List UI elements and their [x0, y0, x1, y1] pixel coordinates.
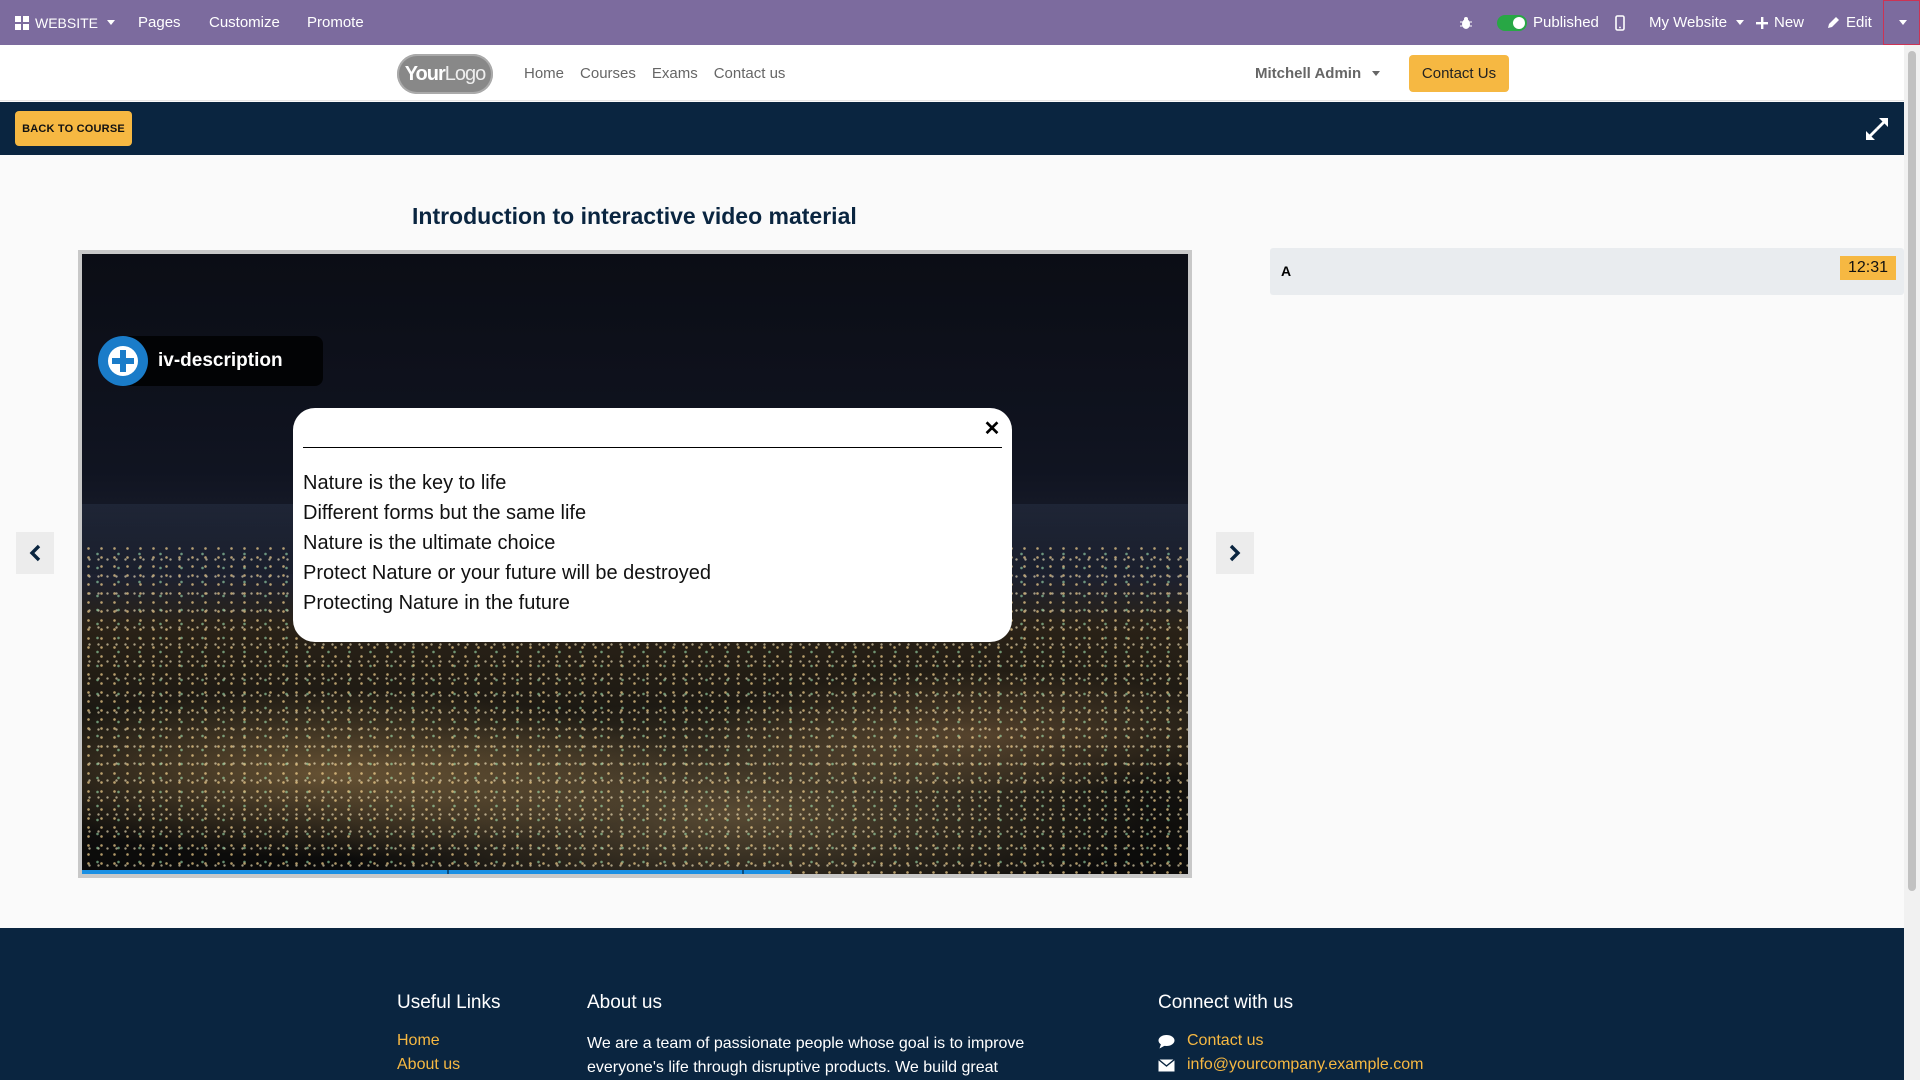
plus-icon	[1756, 16, 1768, 29]
website-switcher[interactable]: My Website	[1649, 0, 1745, 45]
published-label: Published	[1533, 14, 1599, 31]
customize-menu[interactable]: Customize	[209, 0, 280, 45]
progress-marker[interactable]	[742, 870, 744, 874]
progress-fill	[82, 870, 790, 874]
nav-courses[interactable]: Courses	[580, 65, 636, 82]
list-item: Nature is the key to life	[303, 472, 507, 494]
close-icon[interactable]: ✕	[982, 418, 1002, 440]
interaction-time-badge[interactable]: 12:31	[1840, 256, 1896, 280]
list-item: Protecting Nature in the future	[303, 592, 570, 614]
nav-exams[interactable]: Exams	[652, 65, 698, 82]
customize-menu-label: Customize	[209, 14, 280, 31]
nav-home[interactable]: Home	[524, 65, 564, 82]
footer-email-row[interactable]: info@yourcompany.example.com	[1158, 1056, 1424, 1074]
chat-icon	[1158, 1034, 1175, 1048]
footer-contact-row[interactable]: Contact us	[1158, 1032, 1263, 1050]
fullscreen-icon[interactable]	[1863, 115, 1891, 143]
description-popup: ✕ Nature is the key to life Different fo…	[293, 408, 1012, 642]
bug-icon	[1460, 16, 1472, 29]
footer-contact-link[interactable]: Contact us	[1187, 1032, 1263, 1050]
footer-about-text: We are a team of passionate people whose…	[587, 1035, 1025, 1076]
interaction-label: A	[1281, 263, 1292, 279]
edit-button-label: Edit	[1846, 14, 1872, 31]
previous-slide-button[interactable]	[16, 532, 54, 574]
site-header: Your Logo Home Courses Exams Contact us M…	[0, 45, 1904, 101]
progress-marker[interactable]	[447, 870, 449, 874]
footer-connect-title: Connect with us	[1158, 992, 1294, 1013]
contact-us-button[interactable]: Contact Us	[1409, 55, 1509, 92]
page-scrollbar[interactable]	[1904, 45, 1920, 1080]
website-switcher-label: My Website	[1649, 14, 1728, 31]
edit-button[interactable]: Edit	[1827, 0, 1872, 45]
user-menu[interactable]: Mitchell Admin	[1255, 45, 1381, 101]
footer-useful-links-title: Useful Links	[397, 992, 501, 1013]
video-player: iv-description ✕ Nature is the key to li…	[78, 250, 1192, 878]
website-menu-label: WEBSITE	[35, 14, 99, 31]
list-item: Different forms but the same life	[303, 502, 587, 524]
nav-contact-us[interactable]: Contact us	[714, 65, 786, 82]
chevron-down-icon	[1899, 20, 1907, 25]
logo-text-light: Logo	[444, 62, 486, 85]
envelope-icon	[1158, 1058, 1175, 1071]
admin-bar: WEBSITE Pages Customize Promote Publishe…	[0, 0, 1920, 45]
slide-title: Introduction to interactive video materi…	[412, 203, 857, 229]
admin-dropdown-button[interactable]	[1883, 0, 1920, 45]
pages-menu[interactable]: Pages	[138, 0, 181, 45]
site-logo[interactable]: Your Logo	[397, 54, 493, 94]
pages-menu-label: Pages	[138, 14, 181, 31]
toggle-switch[interactable]	[1497, 14, 1527, 31]
interactive-label-text: iv-description	[158, 350, 283, 371]
footer-link-about-us[interactable]: About us	[397, 1056, 460, 1074]
website-menu[interactable]: WEBSITE	[15, 0, 116, 45]
list-item: Protect Nature or your future will be de…	[303, 562, 711, 584]
footer-link-home[interactable]: Home	[397, 1032, 440, 1050]
promote-menu-label: Promote	[307, 14, 364, 31]
scrollbar-thumb[interactable]	[1908, 51, 1916, 891]
interaction-row[interactable]: A 12:31	[1270, 248, 1904, 295]
next-slide-button[interactable]	[1216, 532, 1254, 574]
video-frame[interactable]: iv-description ✕ Nature is the key to li…	[82, 254, 1188, 874]
popup-list: Nature is the key to life Different form…	[303, 468, 711, 618]
footer-email-link[interactable]: info@yourcompany.example.com	[1187, 1056, 1424, 1074]
interactive-label[interactable]: iv-description	[98, 336, 323, 386]
chevron-down-icon	[107, 20, 116, 25]
pencil-icon	[1828, 17, 1839, 28]
chevron-down-icon	[1736, 20, 1745, 25]
mobile-icon	[1615, 14, 1625, 31]
back-to-course-button[interactable]: BACK TO COURSE	[15, 111, 132, 146]
footer-about-title: About us	[587, 992, 662, 1013]
plus-circle-icon	[98, 336, 148, 386]
course-bar: BACK TO COURSE	[0, 102, 1904, 155]
chevron-right-icon	[1229, 544, 1241, 562]
logo-text-bold: Your	[404, 62, 446, 85]
new-button[interactable]: New	[1756, 0, 1804, 45]
promote-menu[interactable]: Promote	[307, 0, 364, 45]
popup-divider	[303, 447, 1002, 448]
chevron-left-icon	[29, 544, 41, 562]
debug-button[interactable]	[1459, 0, 1473, 45]
list-item: Nature is the ultimate choice	[303, 532, 556, 554]
user-name: Mitchell Admin	[1255, 64, 1362, 82]
main-nav: Home Courses Exams Contact us	[524, 45, 785, 101]
apps-icon	[15, 15, 29, 30]
page: WEBSITE Pages Customize Promote Publishe…	[0, 0, 1920, 1080]
mobile-preview-button[interactable]	[1615, 0, 1625, 45]
footer: Useful Links Home About us About us We a…	[0, 928, 1904, 1080]
new-button-label: New	[1774, 14, 1805, 31]
publish-toggle[interactable]: Published	[1497, 0, 1599, 45]
chevron-down-icon	[1372, 70, 1381, 76]
video-progress-bar[interactable]	[82, 870, 1188, 874]
